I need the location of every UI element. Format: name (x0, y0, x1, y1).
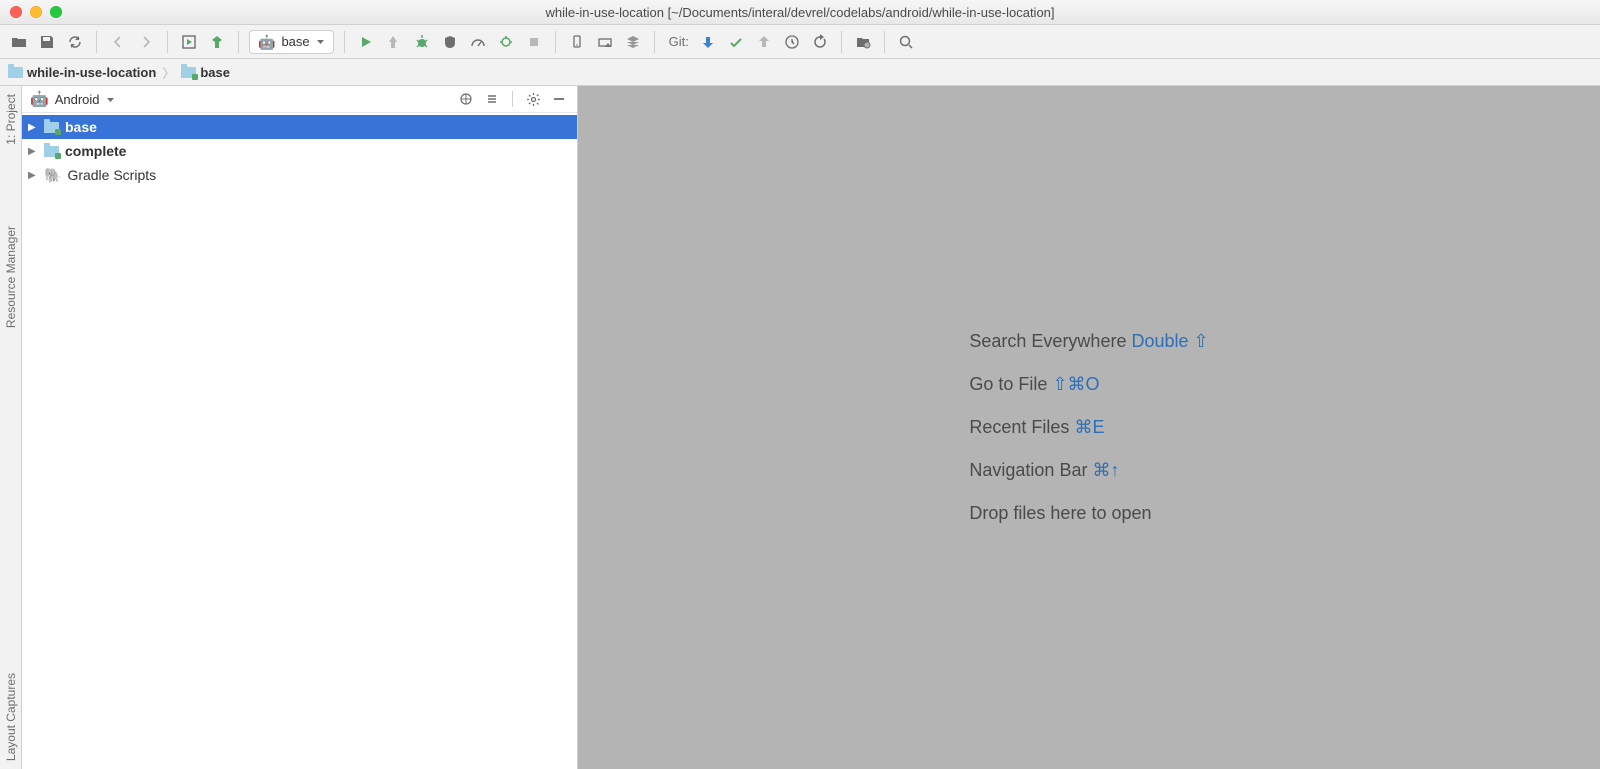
android-icon: 🤖 (30, 90, 49, 108)
forward-icon[interactable] (135, 31, 157, 53)
hint-recent-kbd: ⌘E (1074, 417, 1104, 437)
hint-search-kbd: Double ⇧ (1131, 331, 1208, 351)
avd-manager-icon[interactable] (566, 31, 588, 53)
back-icon[interactable] (107, 31, 129, 53)
hint-navbar-label: Navigation Bar (969, 460, 1087, 480)
apply-changes-icon[interactable] (383, 31, 405, 53)
gradle-icon: 🐘 (44, 167, 61, 184)
tree-row-label: complete (65, 143, 126, 159)
close-window-button[interactable] (10, 6, 22, 18)
breadcrumb-root[interactable]: while-in-use-location (8, 65, 156, 80)
layout-inspector-icon[interactable] (622, 31, 644, 53)
minimize-window-button[interactable] (30, 6, 42, 18)
zoom-window-button[interactable] (50, 6, 62, 18)
vcs-revert-icon[interactable] (809, 31, 831, 53)
window-title: while-in-use-location [~/Documents/inter… (0, 5, 1600, 20)
chevron-down-icon (106, 95, 115, 104)
stop-icon[interactable] (523, 31, 545, 53)
chevron-right-icon: 〉 (162, 63, 175, 82)
vcs-push-icon[interactable] (753, 31, 775, 53)
gear-icon[interactable] (523, 89, 543, 109)
project-tool-window: 🤖 Android ▶ base ▶ complete ▶ 🐘 Gradle Scripts (22, 86, 578, 769)
chevron-down-icon (316, 37, 325, 46)
project-view-label: Android (55, 92, 100, 107)
project-view-selector[interactable]: 🤖 Android (30, 90, 450, 108)
expand-icon[interactable]: ▶ (28, 170, 38, 181)
hint-gotofile-kbd: ⇧⌘O (1052, 374, 1099, 394)
debug-icon[interactable] (411, 31, 433, 53)
vcs-history-icon[interactable] (781, 31, 803, 53)
search-icon[interactable] (895, 31, 917, 53)
tree-row[interactable]: ▶ complete (22, 139, 577, 163)
expand-icon[interactable]: ▶ (28, 146, 38, 157)
gutter-layout-captures-tab[interactable]: Layout Captures (4, 673, 18, 761)
make-icon[interactable] (178, 31, 200, 53)
editor-empty-state[interactable]: Search Everywhere Double ⇧ Go to File ⇧⌘… (578, 86, 1600, 769)
hint-drop-label: Drop files here to open (969, 503, 1151, 523)
gutter-project-tab[interactable]: 1: Project (4, 94, 18, 145)
hint-gotofile-label: Go to File (969, 374, 1047, 394)
hint-navbar-kbd: ⌘↑ (1092, 460, 1119, 480)
run-config-label: base (281, 34, 309, 49)
attach-debugger-icon[interactable] (495, 31, 517, 53)
vcs-commit-icon[interactable] (725, 31, 747, 53)
titlebar: while-in-use-location [~/Documents/inter… (0, 0, 1600, 25)
project-structure-icon[interactable] (852, 31, 874, 53)
module-folder-icon (44, 122, 59, 133)
tree-row[interactable]: ▶ base (22, 115, 577, 139)
hint-search-label: Search Everywhere (969, 331, 1126, 351)
breadcrumb-module-label: base (200, 65, 230, 80)
coverage-icon[interactable] (439, 31, 461, 53)
hide-panel-icon[interactable] (549, 89, 569, 109)
module-folder-icon (181, 67, 196, 78)
select-opened-file-icon[interactable] (456, 89, 476, 109)
project-tree[interactable]: ▶ base ▶ complete ▶ 🐘 Gradle Scripts (22, 113, 577, 187)
project-panel-header: 🤖 Android (22, 86, 577, 113)
breadcrumb-bar: while-in-use-location 〉 base (0, 59, 1600, 86)
open-icon[interactable] (8, 31, 30, 53)
run-icon[interactable] (355, 31, 377, 53)
expand-icon[interactable]: ▶ (28, 122, 38, 133)
hint-recent-label: Recent Files (969, 417, 1069, 437)
android-icon: 🤖 (258, 35, 275, 49)
breadcrumb-module[interactable]: base (181, 65, 230, 80)
main-toolbar: 🤖 base Git: (0, 25, 1600, 59)
tree-row[interactable]: ▶ 🐘 Gradle Scripts (22, 163, 577, 187)
collapse-all-icon[interactable] (482, 89, 502, 109)
tree-row-label: base (65, 119, 97, 135)
editor-hints: Search Everywhere Double ⇧ Go to File ⇧⌘… (969, 320, 1208, 536)
git-label: Git: (669, 34, 689, 49)
folder-icon (8, 67, 23, 78)
profiler-icon[interactable] (467, 31, 489, 53)
sync-icon[interactable] (64, 31, 86, 53)
hammer-icon[interactable] (206, 31, 228, 53)
window-controls (10, 6, 62, 18)
gutter-resource-manager-tab[interactable]: Resource Manager (4, 226, 18, 328)
breadcrumb-root-label: while-in-use-location (27, 65, 156, 80)
module-folder-icon (44, 146, 59, 157)
left-gutter: 1: Project Resource Manager Layout Captu… (0, 86, 22, 769)
vcs-update-icon[interactable] (697, 31, 719, 53)
sdk-manager-icon[interactable] (594, 31, 616, 53)
run-config-selector[interactable]: 🤖 base (249, 30, 334, 54)
save-icon[interactable] (36, 31, 58, 53)
tree-row-label: Gradle Scripts (67, 167, 156, 183)
